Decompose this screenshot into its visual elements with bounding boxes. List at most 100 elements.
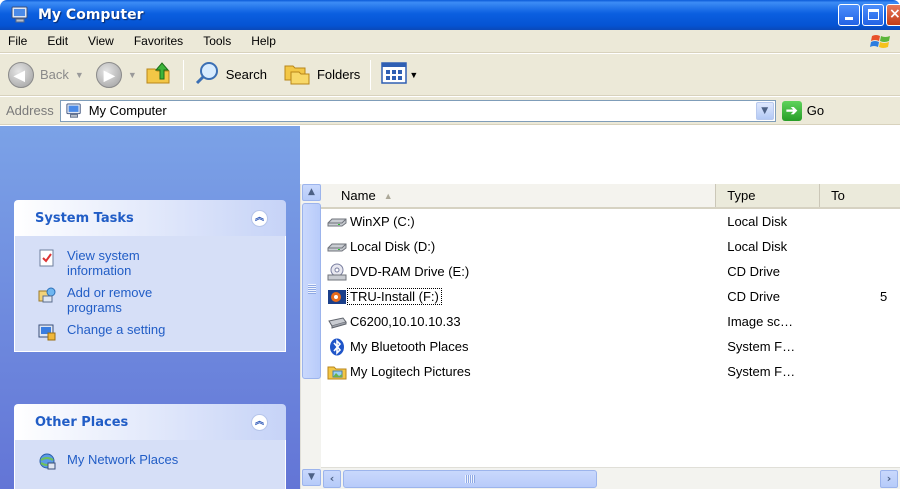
hard-disk-icon — [327, 213, 347, 231]
close-icon: × — [889, 6, 900, 22]
horizontal-scrollbar[interactable]: ‹ › — [321, 467, 900, 489]
back-button[interactable]: ◀ Back ▼ — [4, 59, 88, 91]
item-name: My Bluetooth Places — [350, 339, 469, 354]
bluetooth-icon — [327, 338, 347, 356]
folders-icon — [283, 60, 311, 89]
other-places-title: Other Places — [35, 414, 129, 430]
maximize-icon — [868, 9, 879, 20]
toolbar: ◀ Back ▼ ▶ ▼ Search Folders ▼ — [0, 54, 900, 96]
address-input[interactable]: My Computer ▼ — [59, 99, 776, 122]
forward-arrow-icon: ▶ — [95, 61, 122, 88]
my-computer-icon — [65, 102, 83, 119]
minimize-button[interactable] — [838, 4, 860, 26]
network-places-icon — [38, 453, 56, 471]
forward-button[interactable]: ▶ ▼ — [92, 59, 141, 91]
scanner-icon — [327, 313, 347, 331]
pictures-folder-icon — [327, 363, 347, 381]
list-item[interactable]: My Logitech Pictures System F… — [321, 359, 900, 384]
system-tasks-panel: System Tasks ︽ View system information A… — [14, 200, 286, 352]
folders-button[interactable]: Folders — [279, 59, 364, 91]
item-name: TRU-Install (F:) — [347, 288, 442, 305]
back-label: Back — [40, 67, 69, 82]
window-title: My Computer — [38, 7, 144, 23]
list-item[interactable]: C6200,10.10.10.33 Image sc… — [321, 309, 900, 334]
sort-ascending-icon: ▲ — [383, 190, 393, 201]
system-info-icon — [38, 249, 56, 267]
item-type: CD Drive — [727, 264, 780, 279]
item-type: Local Disk — [727, 214, 788, 229]
item-total: 5 — [880, 289, 888, 304]
vertical-scroll-thumb[interactable] — [302, 203, 321, 379]
item-type: Image sc… — [727, 314, 793, 329]
scroll-down-icon[interactable]: ▼ — [302, 469, 321, 486]
item-type: CD Drive — [727, 289, 780, 304]
minimize-icon — [845, 17, 853, 20]
dvd-drive-icon — [327, 263, 347, 281]
back-dropdown-icon[interactable]: ▼ — [75, 70, 84, 80]
file-list: WinXP (C:) Local Disk Local Disk (D:) Lo… — [321, 209, 900, 384]
list-item[interactable]: WinXP (C:) Local Disk — [321, 209, 900, 234]
views-dropdown-icon[interactable]: ▼ — [409, 70, 418, 80]
task-pane: System Tasks ︽ View system information A… — [0, 126, 300, 489]
task-add-remove-programs[interactable]: Add or remove programs — [15, 283, 285, 317]
task-change-setting[interactable]: Change a setting — [15, 320, 285, 343]
control-panel-icon — [38, 323, 56, 341]
item-type: Local Disk — [727, 239, 788, 254]
column-header-total-size[interactable]: To — [820, 184, 900, 207]
address-label: Address — [6, 103, 54, 118]
menu-favorites[interactable]: Favorites — [124, 34, 193, 48]
views-button[interactable]: ▼ — [377, 59, 422, 91]
collapse-chevron-icon[interactable]: ︽ — [251, 414, 268, 431]
item-name: WinXP (C:) — [350, 214, 415, 229]
windows-flag-icon — [870, 32, 892, 52]
menu-edit[interactable]: Edit — [37, 34, 78, 48]
item-name: Local Disk (D:) — [350, 239, 436, 254]
menu-file[interactable]: File — [0, 34, 37, 48]
list-item[interactable]: TRU-Install (F:) CD Drive 5 — [321, 284, 900, 309]
scroll-up-icon[interactable]: ▲ — [302, 184, 321, 201]
other-places-header[interactable]: Other Places ︽ — [14, 404, 286, 440]
vertical-scrollbar[interactable]: ▲ ▼ — [300, 184, 321, 489]
list-header: Name ▲ Type To — [321, 184, 900, 209]
item-name: My Logitech Pictures — [350, 364, 471, 379]
list-item[interactable]: DVD-RAM Drive (E:) CD Drive — [321, 259, 900, 284]
scroll-left-icon[interactable]: ‹ — [323, 470, 341, 488]
up-folder-button[interactable] — [141, 59, 177, 91]
address-dropdown-icon[interactable]: ▼ — [755, 101, 774, 120]
maximize-button[interactable] — [862, 4, 884, 26]
add-remove-programs-icon — [38, 286, 56, 304]
go-button[interactable]: ➔ Go — [781, 100, 825, 121]
go-arrow-icon: ➔ — [781, 100, 802, 121]
cd-drive-icon — [327, 288, 347, 306]
address-bar: Address My Computer ▼ ➔ Go — [0, 97, 900, 125]
toolbar-separator — [370, 59, 372, 90]
up-folder-icon — [145, 59, 173, 90]
other-places-panel: Other Places ︽ My Network Places — [14, 404, 286, 489]
folders-label: Folders — [316, 67, 361, 82]
search-button[interactable]: Search — [190, 59, 271, 91]
menu-help[interactable]: Help — [241, 34, 286, 48]
column-header-name[interactable]: Name ▲ — [321, 184, 717, 207]
menu-tools[interactable]: Tools — [193, 34, 241, 48]
horizontal-scroll-thumb[interactable] — [343, 470, 597, 488]
list-item[interactable]: My Bluetooth Places System F… — [321, 334, 900, 359]
place-my-network-places[interactable]: My Network Places — [15, 450, 285, 473]
address-value: My Computer — [88, 103, 167, 118]
go-label: Go — [806, 103, 825, 118]
item-type: System F… — [727, 339, 796, 354]
menu-view[interactable]: View — [78, 34, 124, 48]
close-button[interactable]: × — [886, 4, 900, 26]
title-bar[interactable]: My Computer × — [0, 0, 900, 30]
my-computer-icon — [10, 6, 30, 24]
hard-disk-icon — [327, 238, 347, 256]
scroll-right-icon[interactable]: › — [880, 470, 898, 488]
forward-dropdown-icon[interactable]: ▼ — [128, 70, 137, 80]
task-view-system-info[interactable]: View system information — [15, 246, 285, 280]
views-icon — [381, 61, 408, 88]
system-tasks-header[interactable]: System Tasks ︽ — [14, 200, 286, 236]
list-item[interactable]: Local Disk (D:) Local Disk — [321, 234, 900, 259]
item-name: DVD-RAM Drive (E:) — [350, 264, 470, 279]
collapse-chevron-icon[interactable]: ︽ — [251, 210, 268, 227]
back-arrow-icon: ◀ — [8, 61, 34, 88]
column-header-type[interactable]: Type — [716, 184, 821, 207]
